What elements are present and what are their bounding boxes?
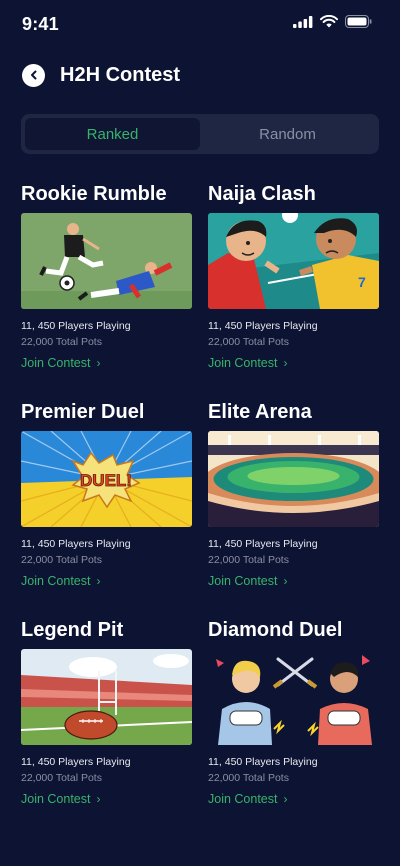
status-time: 9:41 (22, 14, 59, 34)
join-contest-label: Join Contest (21, 356, 91, 370)
contest-card[interactable]: Naija Clash 7 11, 450 Players Playing 22… (208, 180, 379, 398)
contest-image: 7 (208, 213, 379, 309)
contest-title: Legend Pit (21, 619, 124, 641)
chevron-right-icon: › (283, 792, 288, 806)
join-contest-label: Join Contest (21, 792, 91, 806)
contest-title: Naija Clash (208, 183, 316, 205)
duel-badge-text: DUEL! (80, 471, 132, 490)
contest-title: Diamond Duel (208, 619, 343, 641)
join-contest-link[interactable]: Join Contest › (21, 792, 192, 806)
tab-random[interactable]: Random (200, 118, 375, 150)
contest-image: DUEL! (21, 431, 192, 527)
total-pots: 22,000 Total Pots (208, 554, 289, 566)
contest-grid: Rookie Rumble 11, 450 Players Playing 22… (21, 180, 379, 834)
header: H2H Contest (22, 58, 378, 92)
players-count: 11, 450 Players Playing (208, 320, 318, 332)
join-contest-link[interactable]: Join Contest › (208, 356, 379, 370)
join-contest-label: Join Contest (208, 356, 278, 370)
contest-card[interactable]: Legend Pit 11, 450 Players Playing 22,00… (21, 616, 192, 834)
total-pots: 22,000 Total Pots (21, 554, 102, 566)
total-pots: 22,000 Total Pots (208, 772, 289, 784)
contest-card[interactable]: Elite Arena 11, 450 Players Playing 22,0… (208, 398, 379, 616)
contest-title: Premier Duel (21, 401, 145, 423)
players-count: 11, 450 Players Playing (21, 756, 131, 768)
contest-card[interactable]: Diamond Duel 11, 450 Players Playing 22,… (208, 616, 379, 834)
tab-ranked[interactable]: Ranked (25, 118, 200, 150)
chevron-right-icon: › (96, 356, 101, 370)
join-contest-link[interactable]: Join Contest › (21, 356, 192, 370)
join-contest-label: Join Contest (21, 574, 91, 588)
status-icons (293, 15, 372, 28)
contest-image (208, 431, 379, 527)
total-pots: 22,000 Total Pots (21, 772, 102, 784)
svg-text:7: 7 (358, 274, 366, 290)
contest-title: Rookie Rumble (21, 183, 167, 205)
players-count: 11, 450 Players Playing (21, 538, 131, 550)
chevron-left-icon (30, 70, 36, 80)
contest-title: Elite Arena (208, 401, 312, 423)
chevron-right-icon: › (283, 574, 288, 588)
total-pots: 22,000 Total Pots (208, 336, 289, 348)
players-count: 11, 450 Players Playing (21, 320, 131, 332)
back-button[interactable] (22, 63, 45, 87)
status-bar: 9:41 (0, 0, 400, 50)
battery-icon (345, 15, 372, 28)
contest-card[interactable]: Premier Duel DUEL! 11, 450 Players Playi… (21, 398, 192, 616)
chevron-right-icon: › (96, 792, 101, 806)
join-contest-link[interactable]: Join Contest › (208, 574, 379, 588)
join-contest-label: Join Contest (208, 792, 278, 806)
players-count: 11, 450 Players Playing (208, 538, 318, 550)
signal-icon (293, 15, 313, 28)
join-contest-label: Join Contest (208, 574, 278, 588)
contest-image (208, 649, 379, 745)
total-pots: 22,000 Total Pots (21, 336, 102, 348)
contest-card[interactable]: Rookie Rumble 11, 450 Players Playing 22… (21, 180, 192, 398)
page-title: H2H Contest (60, 63, 181, 86)
contest-image (21, 649, 192, 745)
players-count: 11, 450 Players Playing (208, 756, 318, 768)
join-contest-link[interactable]: Join Contest › (208, 792, 379, 806)
chevron-right-icon: › (96, 574, 101, 588)
contest-image (21, 213, 192, 309)
contest-type-toggle: Ranked Random (21, 114, 379, 154)
wifi-icon (320, 15, 338, 28)
join-contest-link[interactable]: Join Contest › (21, 574, 192, 588)
chevron-right-icon: › (283, 356, 288, 370)
